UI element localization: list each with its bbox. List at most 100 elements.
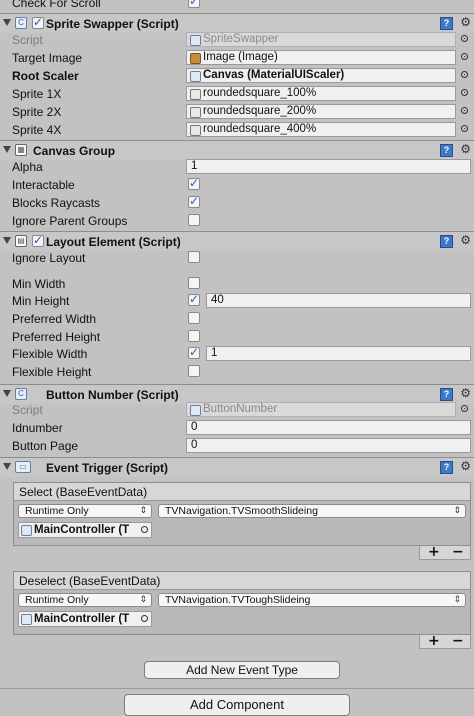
script-label: Script: [12, 33, 43, 47]
preferred-height-row: Preferred Height: [0, 328, 474, 346]
sprite-1x-field[interactable]: roundedsquare_100%: [186, 86, 456, 101]
min-height-label: Min Height: [12, 294, 70, 308]
alpha-label: Alpha: [12, 160, 43, 174]
object-picker-icon[interactable]: [461, 35, 468, 42]
foldout-icon[interactable]: [3, 146, 11, 153]
flexible-width-input[interactable]: 1: [206, 346, 471, 361]
object-picker-icon[interactable]: [461, 125, 468, 132]
script-icon: C: [15, 388, 27, 400]
gear-icon[interactable]: ⚙: [460, 459, 471, 473]
ignore-parent-groups-checkbox[interactable]: [188, 214, 200, 226]
plus-icon[interactable]: +: [428, 544, 440, 560]
object-picker-icon[interactable]: [461, 53, 468, 60]
gear-icon[interactable]: ⚙: [460, 142, 471, 156]
flexible-height-row: Flexible Height: [0, 363, 474, 381]
object-picker-icon[interactable]: [461, 71, 468, 78]
runtime-mode-dropdown[interactable]: Runtime Only ⇕: [18, 593, 152, 607]
function-dropdown[interactable]: TVNavigation.TVToughSlideing ⇕: [158, 593, 466, 607]
button-number-title: Button Number (Script): [46, 388, 179, 402]
object-picker-icon[interactable]: [141, 615, 148, 622]
foldout-icon[interactable]: [3, 19, 11, 26]
alpha-input[interactable]: 1: [186, 159, 471, 174]
runtime-mode-dropdown[interactable]: Runtime Only ⇕: [18, 504, 152, 518]
sprite-swapper-title: Sprite Swapper (Script): [46, 17, 179, 31]
preferred-width-row: Preferred Width: [0, 310, 474, 328]
gear-icon[interactable]: ⚙: [460, 15, 471, 29]
flexible-width-checkbox[interactable]: [188, 345, 200, 359]
object-picker-icon[interactable]: [461, 107, 468, 114]
preferred-height-label: Preferred Height: [12, 330, 101, 344]
plus-icon[interactable]: +: [428, 633, 440, 649]
foldout-icon[interactable]: [3, 390, 11, 397]
target-object-field[interactable]: MainController (T: [18, 522, 152, 538]
idnumber-label: Idnumber: [12, 421, 63, 435]
gameobject-icon: [21, 525, 32, 536]
script-field: SpriteSwapper: [186, 32, 456, 47]
canvas-group-header[interactable]: ▦ Canvas Group ? ⚙: [0, 140, 474, 160]
sprite-2x-row: Sprite 2X roundedsquare_200%: [0, 103, 474, 121]
layout-element-enabled-checkbox[interactable]: [32, 233, 44, 247]
layout-element-header[interactable]: ▤ Layout Element (Script) ? ⚙: [0, 231, 474, 251]
target-image-label: Target Image: [12, 51, 83, 65]
help-icon[interactable]: ?: [440, 17, 453, 30]
dropdown-arrow-icon: ⇕: [139, 506, 147, 516]
idnumber-input[interactable]: 0: [186, 420, 471, 435]
sprite-2x-field[interactable]: roundedsquare_200%: [186, 104, 456, 119]
ignore-parent-groups-label: Ignore Parent Groups: [12, 214, 128, 228]
flexible-width-row: Flexible Width 1: [0, 345, 474, 363]
help-icon[interactable]: ?: [440, 388, 453, 401]
gear-icon[interactable]: ⚙: [460, 233, 471, 247]
flexible-height-checkbox[interactable]: [188, 365, 200, 377]
preferred-width-checkbox[interactable]: [188, 312, 200, 324]
interactable-checkbox[interactable]: [188, 176, 200, 190]
blocks-raycasts-label: Blocks Raycasts: [12, 196, 101, 210]
add-new-event-type-button[interactable]: Add New Event Type: [144, 661, 340, 679]
foldout-icon[interactable]: [3, 463, 11, 470]
min-height-row: Min Height 40: [0, 292, 474, 310]
min-width-row: Min Width: [0, 275, 474, 293]
event-trigger-header[interactable]: ▭ Event Trigger (Script) ? ⚙: [0, 457, 474, 477]
add-component-button[interactable]: Add Component: [124, 694, 350, 716]
object-picker-icon[interactable]: [141, 526, 148, 533]
gameobject-icon: [21, 614, 32, 625]
help-icon[interactable]: ?: [440, 461, 453, 474]
ignore-parent-groups-row: Ignore Parent Groups: [0, 212, 474, 230]
min-height-checkbox[interactable]: [188, 292, 200, 306]
foldout-icon[interactable]: [3, 237, 11, 244]
object-picker-icon[interactable]: [461, 405, 468, 412]
function-dropdown[interactable]: TVNavigation.TVSmoothSlideing ⇕: [158, 504, 466, 518]
target-object-field[interactable]: MainController (T: [18, 611, 152, 627]
minus-icon[interactable]: −: [452, 633, 464, 649]
interactable-label: Interactable: [12, 178, 75, 192]
check-for-scroll-checkbox[interactable]: [188, 0, 200, 8]
min-height-input[interactable]: 40: [206, 293, 471, 308]
ignore-layout-checkbox[interactable]: [188, 251, 200, 263]
min-width-checkbox[interactable]: [188, 277, 200, 289]
idnumber-row: Idnumber 0: [0, 419, 474, 437]
script-icon: C: [15, 17, 27, 29]
sprite-swapper-script-row: Script SpriteSwapper: [0, 31, 474, 49]
help-icon[interactable]: ?: [440, 144, 453, 157]
minus-icon[interactable]: −: [452, 544, 464, 560]
sprite-swapper-enabled-checkbox[interactable]: [32, 15, 44, 29]
blocks-raycasts-checkbox[interactable]: [188, 194, 200, 208]
sprite-icon: [190, 125, 201, 136]
root-scaler-label: Root Scaler: [12, 69, 79, 83]
root-scaler-field[interactable]: Canvas (MaterialUIScaler): [186, 68, 456, 83]
gear-icon[interactable]: ⚙: [460, 386, 471, 400]
root-scaler-row: Root Scaler Canvas (MaterialUIScaler): [0, 67, 474, 85]
help-icon[interactable]: ?: [440, 235, 453, 248]
sprite-swapper-header[interactable]: C Sprite Swapper (Script) ? ⚙: [0, 13, 474, 33]
check-for-scroll-row: Check For Scroll: [0, 0, 474, 12]
sprite-4x-field[interactable]: roundedsquare_400%: [186, 122, 456, 137]
canvas-group-icon: ▦: [15, 144, 27, 156]
layout-element-icon: ▤: [15, 235, 27, 247]
event-trigger-title: Event Trigger (Script): [46, 461, 169, 475]
event-trigger-icon: ▭: [15, 461, 31, 473]
sprite-4x-row: Sprite 4X roundedsquare_400%: [0, 121, 474, 139]
script-asset-icon: [190, 71, 201, 82]
object-picker-icon[interactable]: [461, 89, 468, 96]
target-image-field[interactable]: Image (Image): [186, 50, 456, 65]
preferred-height-checkbox[interactable]: [188, 330, 200, 342]
button-page-input[interactable]: 0: [186, 438, 471, 453]
